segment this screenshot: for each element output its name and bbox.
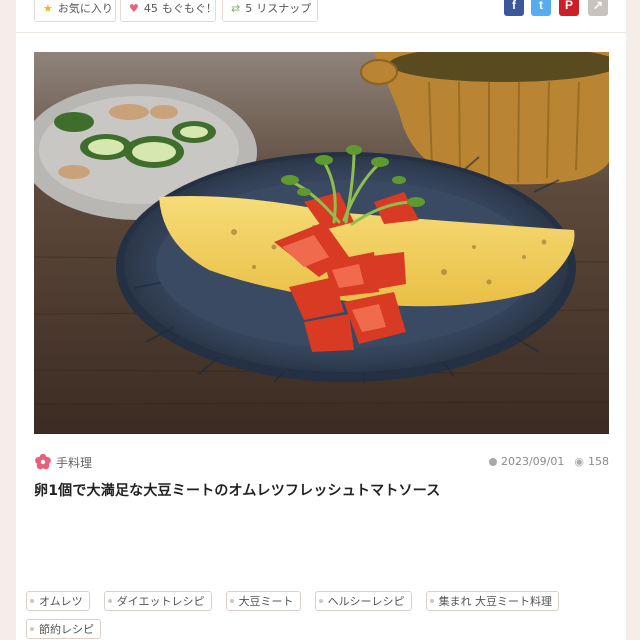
- category[interactable]: 手料理: [34, 453, 92, 471]
- share-icon: ↗: [592, 0, 604, 12]
- eye-icon: ◉: [574, 455, 584, 468]
- favorite-label: お気に入り: [57, 2, 113, 15]
- post-title[interactable]: 卵1個で大満足な大豆ミートのオムレツフレッシュトマトソース: [34, 480, 440, 500]
- tag[interactable]: ヘルシーレシピ: [314, 591, 412, 611]
- facebook-share-button[interactable]: f: [504, 0, 524, 16]
- category-label: 手料理: [56, 455, 93, 470]
- heart-icon: ♥: [129, 1, 139, 15]
- resnap-count: 5: [245, 1, 253, 15]
- post-card: ★ お気に入り ♥ 45 もぐもぐ！ ⇄ 5 リスナップ f t P ↗ 手料理…: [16, 0, 626, 640]
- post-meta: 2023/09/01 ◉ 158: [488, 455, 609, 468]
- post-photo[interactable]: [34, 52, 609, 434]
- resnap-label: リスナップ: [256, 2, 312, 15]
- facebook-icon: f: [512, 0, 516, 12]
- tag-list: オムレツ ダイエットレシピ 大豆ミート ヘルシーレシピ 集まれ 大豆ミート料理 …: [26, 591, 586, 639]
- tag[interactable]: 大豆ミート: [225, 591, 301, 611]
- tag[interactable]: ダイエットレシピ: [103, 591, 212, 611]
- favorite-button[interactable]: ★ お気に入り: [34, 0, 116, 22]
- star-icon: ★: [43, 1, 53, 15]
- tag[interactable]: 集まれ 大豆ミート料理: [425, 591, 560, 611]
- pinterest-icon: P: [564, 0, 573, 12]
- pinterest-share-button[interactable]: P: [559, 0, 579, 16]
- twitter-icon: t: [539, 0, 543, 12]
- mogumogu-count: 45: [143, 1, 158, 15]
- twitter-share-button[interactable]: t: [531, 0, 551, 16]
- other-share-button[interactable]: ↗: [588, 0, 608, 16]
- divider: [16, 32, 626, 33]
- mogumogu-label: もぐもぐ！: [161, 2, 217, 15]
- tag[interactable]: オムレツ: [26, 591, 90, 611]
- mogumogu-button[interactable]: ♥ 45 もぐもぐ！: [120, 0, 217, 22]
- flower-icon: [35, 453, 51, 470]
- view-count: 158: [588, 455, 609, 468]
- resnap-button[interactable]: ⇄ 5 リスナップ: [222, 0, 318, 22]
- tag[interactable]: 節約レシピ: [26, 619, 101, 639]
- repost-icon: ⇄: [231, 1, 241, 15]
- post-date: 2023/09/01: [500, 455, 565, 468]
- clock-icon: [488, 457, 497, 466]
